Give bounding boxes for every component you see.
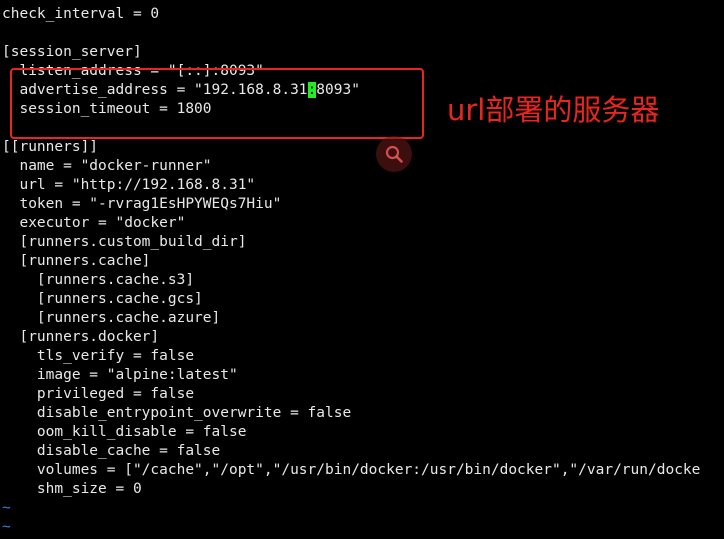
code-line[interactable]: url = "http://192.168.8.31" xyxy=(0,176,724,195)
empty-line-marker[interactable]: ~ xyxy=(0,518,724,537)
code-text: 8093" xyxy=(316,82,360,98)
code-line[interactable]: [runners.cache] xyxy=(0,252,724,271)
code-text: advertise_address = "192.168.8.31 xyxy=(2,82,308,98)
code-line[interactable]: [runners.cache.gcs] xyxy=(0,290,724,309)
code-line[interactable] xyxy=(0,24,724,43)
terminal-editor[interactable]: concurrent = 1check_interval = 0[session… xyxy=(0,0,724,539)
editor-buffer[interactable]: concurrent = 1check_interval = 0[session… xyxy=(0,0,724,537)
code-line[interactable]: [session_server] xyxy=(0,43,724,62)
empty-line-marker[interactable]: ~ xyxy=(0,499,724,518)
code-line[interactable]: disable_entrypoint_overwrite = false xyxy=(0,404,724,423)
code-line[interactable]: check_interval = 0 xyxy=(0,5,724,24)
code-line[interactable]: privileged = false xyxy=(0,385,724,404)
code-line[interactable]: disable_cache = false xyxy=(0,442,724,461)
code-line[interactable]: listen_address = "[::]:8093" xyxy=(0,62,724,81)
code-line[interactable]: token = "-rvrag1EsHPYWEQs7Hiu" xyxy=(0,195,724,214)
code-line[interactable]: [runners.custom_build_dir] xyxy=(0,233,724,252)
text-cursor: : xyxy=(307,82,317,98)
code-line[interactable]: [runners.docker] xyxy=(0,328,724,347)
annotation-label: url部署的服务器 xyxy=(447,93,660,127)
code-line[interactable]: image = "alpine:latest" xyxy=(0,366,724,385)
code-line[interactable]: [runners.cache.s3] xyxy=(0,271,724,290)
code-line[interactable]: volumes = ["/cache","/opt","/usr/bin/doc… xyxy=(0,461,724,480)
code-line[interactable]: executor = "docker" xyxy=(0,214,724,233)
code-line[interactable]: shm_size = 0 xyxy=(0,480,724,499)
code-line[interactable]: name = "docker-runner" xyxy=(0,157,724,176)
code-line[interactable]: oom_kill_disable = false xyxy=(0,423,724,442)
code-line[interactable]: tls_verify = false xyxy=(0,347,724,366)
code-line[interactable]: [runners.cache.azure] xyxy=(0,309,724,328)
code-line[interactable]: [[runners]] xyxy=(0,138,724,157)
